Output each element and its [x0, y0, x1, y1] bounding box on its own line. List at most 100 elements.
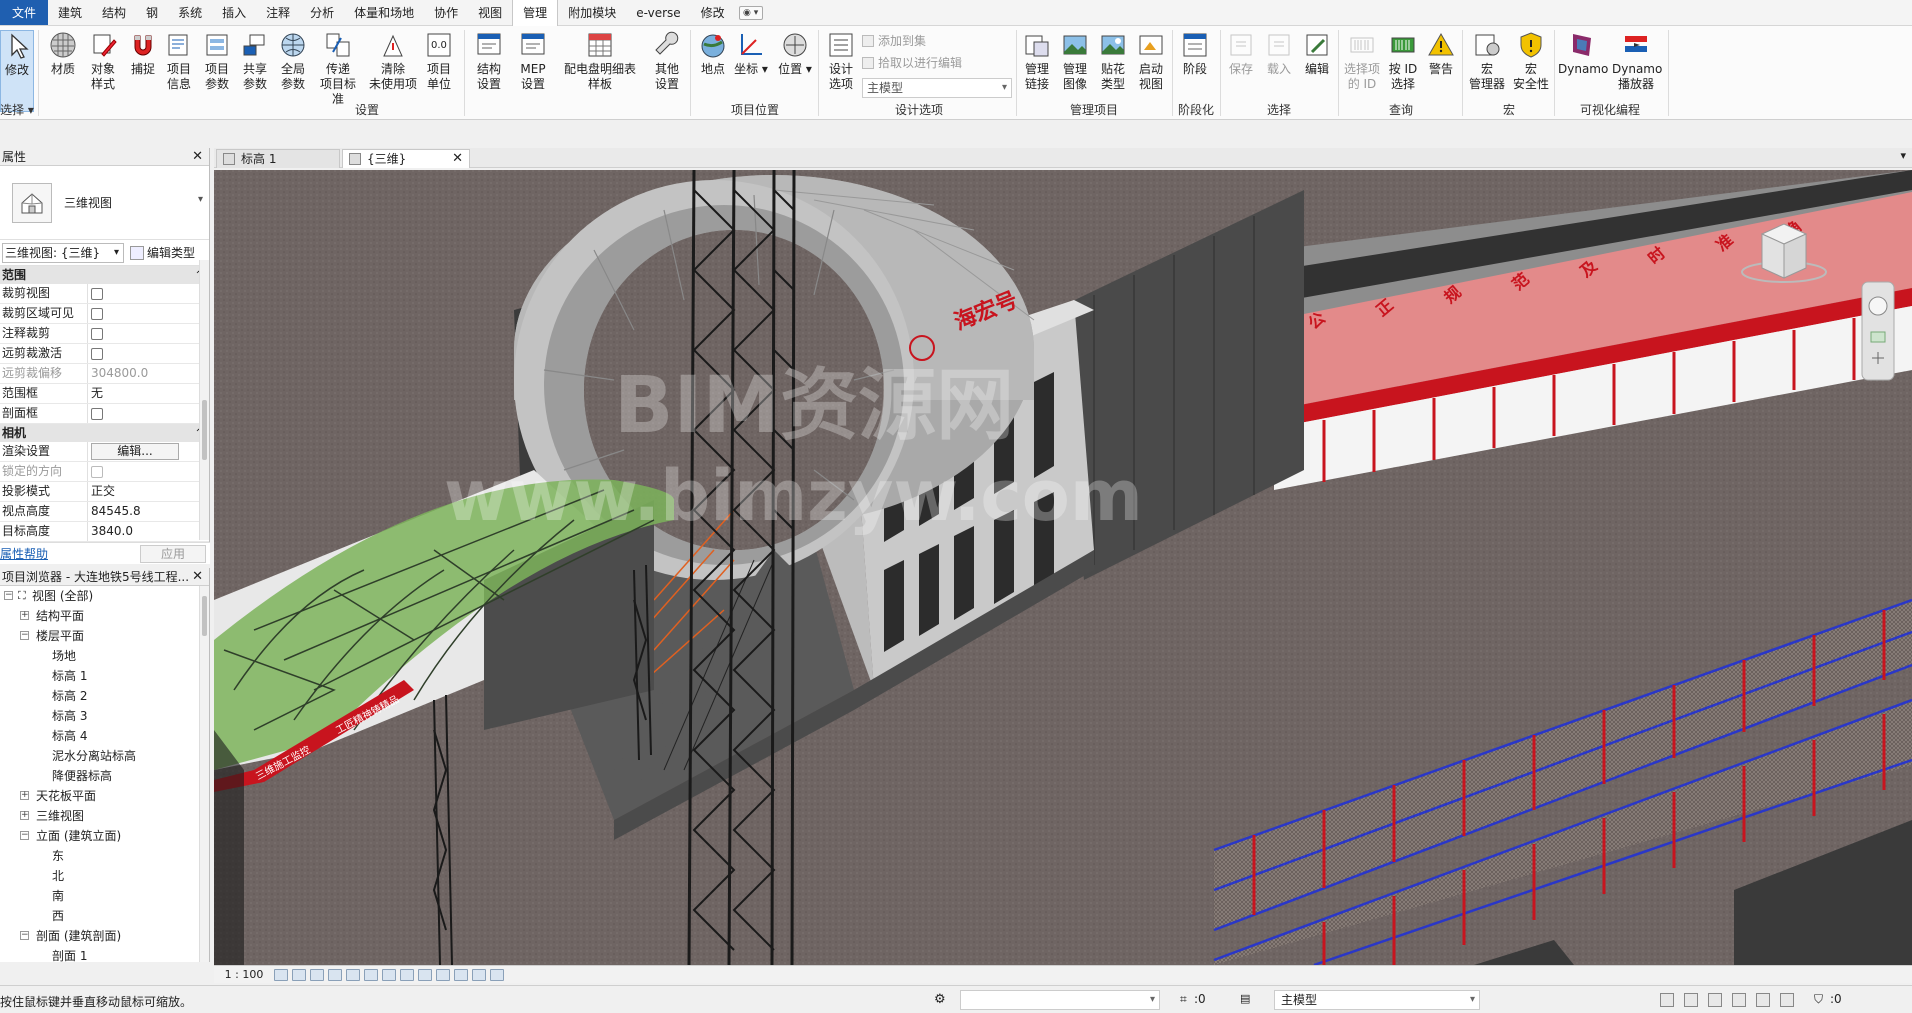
quick-access-toggle[interactable]: ◉ ▾	[738, 0, 763, 25]
browser-scrollbar[interactable]	[199, 586, 209, 962]
mep-settings-button[interactable]: MEP 设置	[514, 30, 552, 92]
menu-tab-4[interactable]: 系统	[168, 0, 212, 25]
analytical-model-icon[interactable]	[454, 968, 468, 981]
filter-icon[interactable]: ⛉	[1814, 992, 1823, 1007]
property-value[interactable]	[88, 284, 209, 303]
worksets-icon[interactable]: ⚙	[934, 992, 946, 1007]
apply-button[interactable]: 应用	[140, 544, 206, 563]
menu-tab-7[interactable]: 分析	[300, 0, 344, 25]
menu-tab-13[interactable]: e-verse	[626, 0, 690, 25]
browser-node[interactable]: 泥水分离站标高	[0, 746, 209, 766]
add-to-set-button[interactable]: 添加到集	[862, 32, 926, 49]
property-checkbox[interactable]	[91, 328, 103, 340]
constraints-icon[interactable]	[490, 968, 504, 981]
menu-tab-10[interactable]: 视图	[468, 0, 512, 25]
zoom-icon[interactable]	[1870, 331, 1886, 343]
browser-node[interactable]: 标高 3	[0, 706, 209, 726]
macro-manager-button[interactable]: 宏 管理器	[1466, 30, 1508, 92]
property-value[interactable]: 84545.8	[88, 502, 209, 521]
render-icon[interactable]	[346, 968, 360, 981]
purge-unused-button[interactable]: 清除 未使用项	[368, 30, 418, 92]
property-value[interactable]	[88, 304, 209, 323]
property-value[interactable]	[88, 344, 209, 363]
scroll-thumb[interactable]	[202, 596, 207, 636]
structural-settings-button[interactable]: 结构 设置	[470, 30, 508, 92]
manage-images-button[interactable]: 管理 图像	[1056, 30, 1094, 92]
menu-tab-8[interactable]: 体量和场地	[344, 0, 424, 25]
menu-tab-0[interactable]: 文件	[0, 0, 49, 25]
highlight-displacement-icon[interactable]	[472, 968, 486, 981]
property-checkbox[interactable]	[91, 288, 103, 300]
browser-node[interactable]: 降便器标高	[0, 766, 209, 786]
shadows-icon[interactable]	[328, 968, 342, 981]
browser-node[interactable]: 标高 4	[0, 726, 209, 746]
close-icon[interactable]: ✕	[192, 148, 203, 166]
project-units-button[interactable]: 0.0 项目 单位	[420, 30, 458, 92]
pick-to-edit-button[interactable]: 拾取以进行编辑	[862, 54, 962, 71]
properties-help-link[interactable]: 属性帮助	[0, 545, 48, 562]
menu-tab-6[interactable]: 注释	[256, 0, 300, 25]
browser-node[interactable]: 西	[0, 906, 209, 926]
reveal-hidden-icon[interactable]	[436, 968, 450, 981]
expand-icon[interactable]: +	[20, 611, 29, 620]
modify-button[interactable]: 修改	[0, 30, 34, 112]
browser-node[interactable]: − 剖面 (建筑剖面)	[0, 926, 209, 946]
position-button[interactable]: 位置 ▾	[776, 30, 814, 77]
project-params-button[interactable]: 项目 参数	[198, 30, 236, 92]
drag-elements-icon[interactable]	[1756, 993, 1770, 1007]
dynamo-button[interactable]: Dynamo	[1558, 30, 1608, 77]
property-value[interactable]: 编辑...	[88, 442, 209, 461]
property-value[interactable]	[88, 324, 209, 343]
browser-node[interactable]: 标高 2	[0, 686, 209, 706]
view-tab-level1[interactable]: 标高 1	[216, 149, 340, 168]
3d-viewport[interactable]: 公正规范及时准确	[214, 170, 1912, 965]
select-links-icon[interactable]	[1660, 993, 1674, 1007]
render-settings-edit-button[interactable]: 编辑...	[91, 443, 179, 460]
close-icon[interactable]: ✕	[452, 150, 463, 168]
shared-params-button[interactable]: 共享 参数	[236, 30, 274, 92]
property-value[interactable]: 304800.0	[88, 364, 209, 383]
phases-button[interactable]: 阶段	[1176, 30, 1214, 77]
property-value[interactable]: 无	[88, 384, 209, 403]
expand-icon[interactable]: +	[20, 811, 29, 820]
property-value[interactable]: 3840.0	[88, 522, 209, 541]
scroll-thumb[interactable]	[202, 400, 207, 460]
browser-node[interactable]: 东	[0, 846, 209, 866]
browser-node[interactable]: + 天花板平面	[0, 786, 209, 806]
design-options-button[interactable]: 设计 选项	[822, 30, 860, 92]
collapse-icon[interactable]: −	[20, 931, 29, 940]
edit-type-button[interactable]: 编辑类型	[130, 244, 195, 261]
property-value[interactable]: 正交	[88, 482, 209, 501]
snaps-button[interactable]: 捕捉	[124, 30, 162, 77]
section-extents[interactable]: 范围	[0, 266, 209, 285]
menu-tab-11[interactable]: 管理	[512, 0, 559, 27]
property-checkbox[interactable]	[91, 308, 103, 320]
crop-view-icon[interactable]	[364, 968, 378, 981]
lock-3d-icon[interactable]	[400, 968, 414, 981]
property-checkbox[interactable]	[91, 348, 103, 360]
edit-selection-button[interactable]: 编辑	[1298, 30, 1336, 77]
active-design-option-select[interactable]: 主模型	[1274, 990, 1480, 1010]
editable-only-icon[interactable]: ⌗	[1180, 992, 1187, 1007]
section-camera[interactable]: 相机	[0, 424, 209, 443]
menu-tab-14[interactable]: 修改	[691, 0, 735, 25]
property-checkbox[interactable]	[91, 408, 103, 420]
property-value[interactable]	[88, 404, 209, 423]
menu-tab-1[interactable]: 建筑	[48, 0, 92, 25]
browser-node[interactable]: 北	[0, 866, 209, 886]
manage-links-button[interactable]: 管理 链接	[1018, 30, 1056, 92]
menu-tab-9[interactable]: 协作	[424, 0, 468, 25]
browser-node[interactable]: + 结构平面	[0, 606, 209, 626]
collapse-icon[interactable]: −	[20, 631, 29, 640]
view-tab-3d[interactable]: {三维} ✕	[342, 149, 470, 168]
expand-icon[interactable]: +	[20, 791, 29, 800]
property-checkbox[interactable]	[91, 466, 103, 478]
project-info-button[interactable]: 项目 信息	[160, 30, 198, 92]
detail-level-icon[interactable]	[274, 968, 288, 981]
properties-scrollbar[interactable]	[199, 260, 209, 540]
sun-path-icon[interactable]	[310, 968, 324, 981]
visual-style-icon[interactable]	[292, 968, 306, 981]
materials-button[interactable]: 材质	[44, 30, 82, 77]
collapse-icon[interactable]: −	[4, 591, 13, 600]
load-selection-button[interactable]: 载入	[1260, 30, 1298, 77]
